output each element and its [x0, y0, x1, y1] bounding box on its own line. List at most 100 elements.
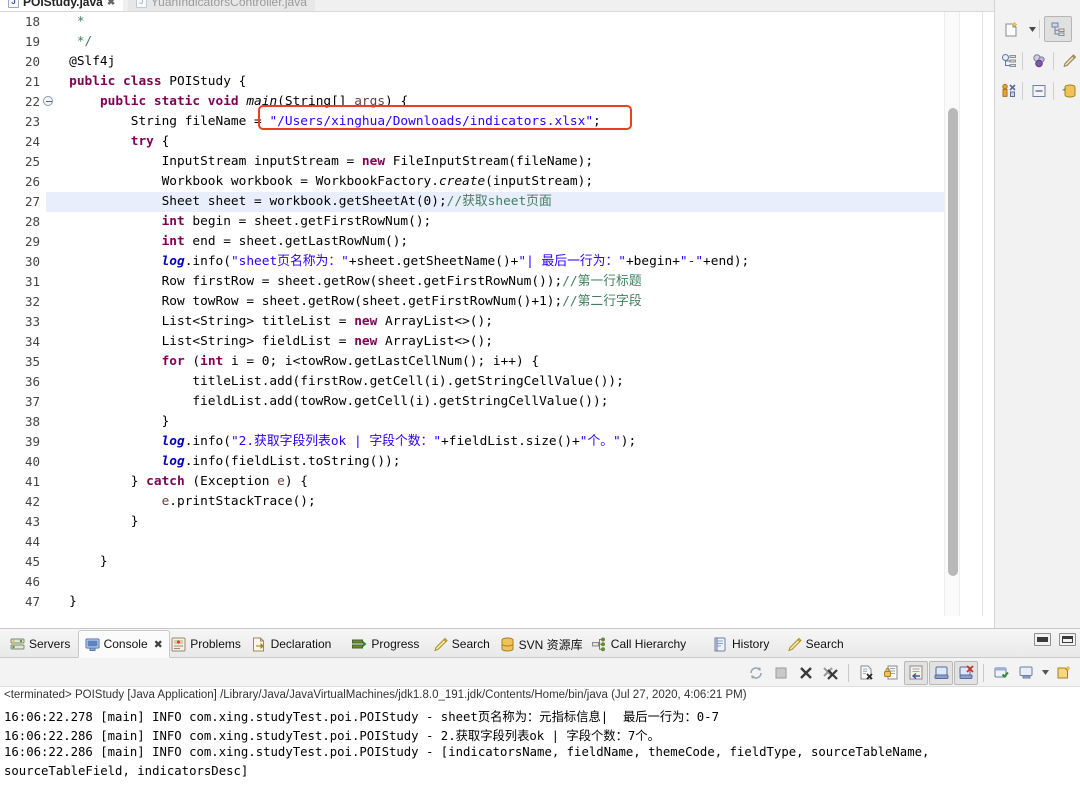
- code-token: .printStackTrace();: [169, 494, 316, 509]
- line-number: 40: [24, 454, 40, 469]
- code-token: workbook: [230, 174, 293, 189]
- close-icon[interactable]: ✖: [107, 0, 115, 8]
- editor-tab-1[interactable]: J POIStudy.java ✖: [0, 0, 124, 11]
- code-token: (: [184, 354, 201, 369]
- editor-tab-2[interactable]: J YuanIndicatorsController.java: [127, 0, 315, 11]
- code-token: fileName: [184, 114, 247, 129]
- java-file-icon: J: [135, 0, 147, 8]
- new-console-view-icon[interactable]: [1052, 661, 1076, 685]
- eclipse-ide-window: J POIStudy.java ✖ J YuanIndicatorsController…: [0, 0, 1080, 785]
- outline-view-icon[interactable]: [997, 48, 1020, 74]
- team-sync-icon[interactable]: [997, 78, 1020, 104]
- code-token: List<String>: [46, 314, 262, 329]
- clear-console-icon[interactable]: [854, 661, 878, 685]
- problems-icon: [171, 637, 186, 652]
- code-token: }: [46, 594, 77, 609]
- line-number: 34: [24, 334, 40, 349]
- code-token: }: [46, 514, 139, 529]
- outline-tree-icon[interactable]: [1044, 16, 1072, 42]
- line-number: 38: [24, 414, 40, 429]
- toolbar-divider: [1039, 20, 1040, 38]
- code-token: Row: [46, 294, 193, 309]
- line-number: 25: [24, 154, 40, 169]
- editor-scrollbar-thumb[interactable]: [948, 108, 958, 576]
- code-line: try {: [46, 132, 946, 152]
- right-toolbar-row-3: [995, 76, 1080, 106]
- word-wrap-icon[interactable]: [904, 660, 928, 685]
- editor-overview-ruler[interactable]: [982, 12, 994, 616]
- code-token: ) {: [284, 474, 308, 489]
- code-token: catch: [146, 474, 185, 489]
- code-token: "个。": [579, 434, 621, 449]
- remove-launch-icon[interactable]: [794, 661, 818, 685]
- code-line: Workbook workbook = WorkbookFactory.crea…: [46, 172, 946, 192]
- code-token: "-": [679, 254, 704, 269]
- code-line: log.info("sheet页名称为："+sheet.getSheetName…: [46, 252, 946, 272]
- code-token: =: [246, 114, 270, 129]
- line-number: 36: [24, 374, 40, 389]
- progress-icon: [352, 637, 367, 652]
- view-tab-search[interactable]: Search: [427, 630, 496, 658]
- code-line: }: [46, 512, 946, 532]
- rerun-icon[interactable]: [744, 661, 768, 685]
- members-icon[interactable]: [1027, 48, 1050, 74]
- view-tab-search[interactable]: Search: [781, 630, 850, 658]
- panel-window-buttons: [1034, 633, 1076, 646]
- view-tab-problems[interactable]: Problems: [165, 630, 247, 658]
- code-line: String fileName = "/Users/xinghua/Downlo…: [46, 112, 946, 132]
- chevron-down-icon[interactable]: [1027, 16, 1037, 42]
- properties-icon[interactable]: [1027, 78, 1050, 104]
- view-tab-call-hierarchy[interactable]: Call Hierarchy: [586, 630, 692, 658]
- code-token: POIStudy {: [161, 74, 247, 89]
- code-line: titleList.add(firstRow.getCell(i).getStr…: [46, 372, 946, 392]
- code-token: );: [620, 434, 637, 449]
- code-token: *: [76, 14, 85, 29]
- view-tab-label: Progress: [371, 637, 420, 651]
- line-number: 39: [24, 434, 40, 449]
- code-editor-content[interactable]: * */ @Slf4j public class POIStudy { publ…: [46, 12, 946, 616]
- pin-console-icon[interactable]: [989, 661, 1013, 685]
- line-number: 29: [24, 234, 40, 249]
- scroll-lock-icon[interactable]: [879, 661, 903, 685]
- pencil-icon[interactable]: [1058, 48, 1080, 74]
- line-number: 27: [24, 194, 40, 209]
- display-selected-console-icon[interactable]: [929, 660, 953, 685]
- view-tab-svn[interactable]: SVN 资源库: [494, 630, 589, 658]
- code-token: .info(: [184, 254, 231, 269]
- view-tab-bar: Servers Console ✖ Problems Declaration Progre…: [0, 629, 1080, 658]
- close-icon[interactable]: ✖: [154, 638, 163, 651]
- view-tab-label: Search: [451, 637, 490, 651]
- view-tab-console[interactable]: Console ✖: [77, 630, 170, 658]
- code-token: =: [331, 314, 355, 329]
- close-console-icon[interactable]: [954, 660, 978, 685]
- code-token: args: [354, 94, 386, 109]
- toolbar-divider: [1052, 82, 1054, 100]
- line-number: 28: [24, 214, 40, 229]
- remove-all-launches-icon[interactable]: [819, 661, 843, 685]
- open-console-icon[interactable]: [1014, 661, 1038, 685]
- code-token: end = sheet.getLastRowNum();: [184, 234, 409, 249]
- console-output[interactable]: <terminated> POIStudy [Java Application]…: [0, 687, 1080, 785]
- line-number: 22: [24, 94, 40, 109]
- code-token: Sheet: [46, 194, 208, 209]
- open-console-dropdown-icon[interactable]: [1039, 661, 1051, 685]
- code-token: = workbook.getSheetAt(0);: [246, 194, 447, 209]
- view-tab-declaration[interactable]: Declaration: [246, 630, 338, 658]
- code-token: List<String>: [46, 334, 262, 349]
- view-tab-servers[interactable]: Servers: [4, 630, 76, 658]
- maximize-button[interactable]: [1059, 633, 1076, 646]
- view-tab-history[interactable]: History: [707, 630, 775, 658]
- code-token: create: [438, 174, 486, 189]
- svn-repository-icon[interactable]: [1058, 78, 1080, 104]
- code-token: (Exception: [184, 474, 278, 489]
- view-tab-progress[interactable]: Progress: [346, 630, 425, 658]
- toolbar-divider: [848, 663, 849, 682]
- line-number: 43: [24, 514, 40, 529]
- new-java-file-icon[interactable]: [997, 16, 1025, 42]
- java-file-icon: J: [8, 0, 19, 8]
- minimize-button[interactable]: [1034, 633, 1051, 646]
- terminate-icon[interactable]: [769, 661, 793, 685]
